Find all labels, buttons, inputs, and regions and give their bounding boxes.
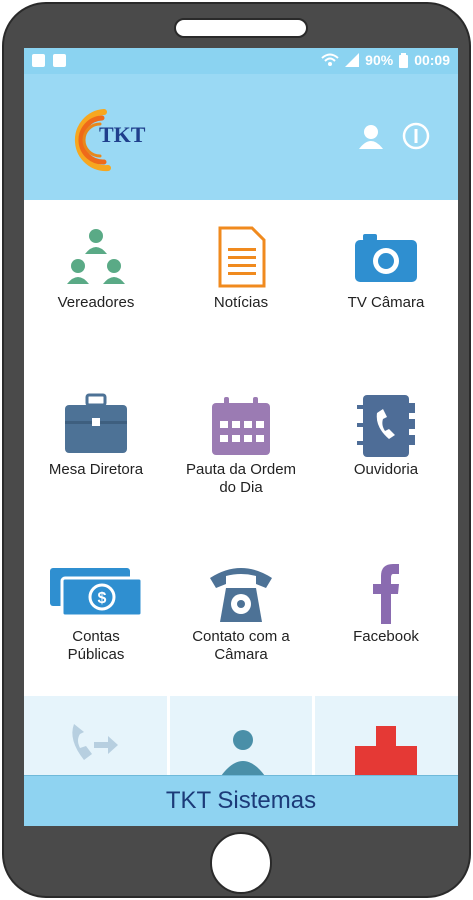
- footer-title: TKT Sistemas: [165, 787, 317, 814]
- facebook-icon: [351, 558, 421, 628]
- notification-icon: [32, 54, 45, 67]
- menu-row-partial: [24, 696, 458, 776]
- phone-speaker: [174, 18, 308, 38]
- notification-icon: [53, 54, 66, 67]
- menu-grid: Vereadores Notícias TV Câmara Mesa Diret…: [24, 200, 458, 702]
- telephone-icon: [206, 558, 276, 628]
- briefcase-icon: [61, 391, 131, 461]
- menu-contas-publicas[interactable]: $ Contas Públicas: [24, 534, 168, 702]
- menu-label: Contato com a Câmara: [192, 628, 290, 663]
- menu-label: Facebook: [353, 628, 419, 645]
- tkt-logo: TKT: [64, 104, 164, 174]
- home-button[interactable]: [210, 832, 272, 894]
- status-bar: 90% 00:09: [24, 48, 458, 74]
- money-icon: $: [48, 558, 144, 628]
- menu-partial-tile[interactable]: [24, 696, 167, 776]
- menu-ouvidoria[interactable]: Ouvidoria: [314, 367, 458, 534]
- battery-icon: [399, 52, 409, 68]
- phone-frame: 90% 00:09 TKT Vereadores Notícias TV Câm…: [2, 2, 471, 898]
- clock: 00:09: [414, 52, 450, 68]
- menu-pauta[interactable]: Pauta da Ordem do Dia: [168, 367, 314, 534]
- menu-tv-camara[interactable]: TV Câmara: [314, 200, 458, 367]
- document-icon: [206, 224, 276, 294]
- menu-contato[interactable]: Contato com a Câmara: [168, 534, 314, 702]
- svg-text:$: $: [98, 590, 107, 607]
- logo-text: TKT: [99, 122, 146, 147]
- menu-label: Pauta da Ordem do Dia: [185, 461, 297, 496]
- user-profile-icon[interactable]: [357, 122, 385, 150]
- app-header: TKT: [24, 74, 458, 200]
- camera-icon: [351, 224, 421, 294]
- menu-partial-tile[interactable]: [315, 696, 458, 776]
- info-icon[interactable]: [402, 122, 430, 150]
- menu-vereadores[interactable]: Vereadores: [24, 200, 168, 367]
- menu-label: Ouvidoria: [353, 461, 419, 478]
- menu-mesa-diretora[interactable]: Mesa Diretora: [24, 367, 168, 534]
- menu-partial-tile[interactable]: [169, 696, 313, 776]
- phone-forward-icon: [72, 724, 118, 760]
- menu-label: Mesa Diretora: [48, 461, 144, 478]
- phonebook-icon: [351, 391, 421, 461]
- people-hierarchy-icon: [61, 224, 131, 294]
- red-cross-icon: [355, 726, 418, 776]
- battery-percent: 90%: [365, 52, 394, 68]
- wifi-icon: [321, 53, 339, 66]
- signal-icon: [345, 53, 360, 67]
- menu-label: Notícias: [213, 294, 269, 311]
- menu-label: Contas Públicas: [67, 628, 125, 663]
- person-icon: [220, 730, 265, 776]
- menu-noticias[interactable]: Notícias: [168, 200, 314, 367]
- menu-label: TV Câmara: [347, 294, 425, 311]
- menu-label: Vereadores: [57, 294, 135, 311]
- calendar-icon: [206, 391, 276, 461]
- menu-facebook[interactable]: Facebook: [314, 534, 458, 702]
- footer-bar: TKT Sistemas: [24, 775, 458, 826]
- app-screen: 90% 00:09 TKT Vereadores Notícias TV Câm…: [24, 48, 458, 826]
